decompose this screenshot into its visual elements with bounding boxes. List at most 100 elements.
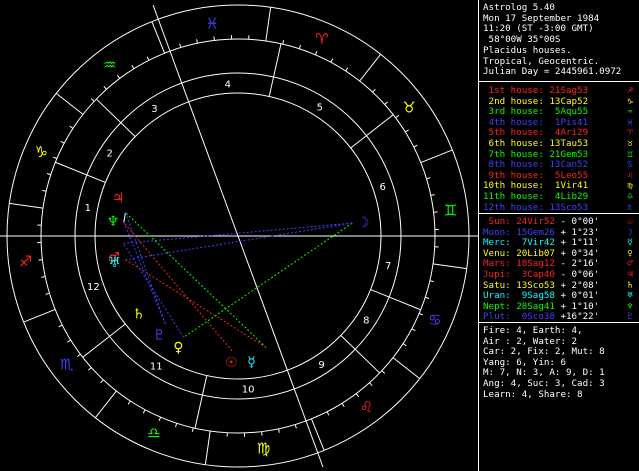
- summary-line: Ang: 4, Suc: 3, Cad: 3: [483, 378, 605, 389]
- house-position: 4Ari29: [543, 127, 589, 139]
- aspect-line: [123, 212, 126, 223]
- planet-position: 13Sco53: [510, 279, 555, 291]
- planet-marker-icon: ♀: [173, 340, 183, 356]
- zodiac-sign-icon: ♊: [444, 201, 457, 219]
- house-sign-icon: ♏: [627, 201, 633, 213]
- planet-declination: + 1°11': [554, 237, 600, 249]
- sign-cusp-line: [55, 93, 84, 115]
- house-cusp-line: [340, 335, 380, 374]
- zodiac-sign-icon: ♌: [360, 398, 373, 416]
- degree-tick: [88, 367, 92, 371]
- planet-icon: ☉: [627, 216, 633, 227]
- zodiac-sign-icon: ♐: [19, 253, 32, 271]
- degree-tick: [196, 39, 198, 44]
- planet-declination: + 0°01': [554, 290, 600, 302]
- degree-tick: [411, 328, 416, 332]
- degree-tick: [127, 400, 131, 405]
- sign-cusp-line: [420, 149, 453, 164]
- zodiac-sign-icon: ♏: [60, 355, 74, 373]
- planet-name: Jupi:: [483, 269, 511, 280]
- house-number: 6: [379, 182, 385, 193]
- house-cusp-line: [268, 43, 282, 97]
- zodiac-sign-icon: ♈: [315, 30, 328, 48]
- planet-icon: ♃: [627, 269, 633, 280]
- degree-tick: [179, 43, 182, 48]
- house-position: 13Can52: [543, 159, 589, 171]
- planet-marker-icon: ♇: [153, 327, 166, 343]
- planet-declination: - 0°00': [554, 216, 600, 227]
- house-cusp-line: [55, 161, 106, 183]
- degree-tick: [425, 296, 430, 299]
- house-numbers: 123456789101112: [85, 79, 392, 395]
- house-number: 4: [225, 79, 231, 90]
- degree-tick: [45, 292, 50, 295]
- house-label: 9th house:: [483, 169, 544, 181]
- degree-tick: [42, 189, 47, 192]
- house-number: 8: [363, 315, 369, 326]
- degree-tick: [67, 339, 71, 343]
- zodiac-sign-icon: ♑: [34, 143, 47, 161]
- degree-tick: [426, 177, 431, 180]
- planet-name: Merc:: [483, 237, 511, 249]
- house-position: 5Aqu55: [543, 106, 589, 118]
- degree-tick: [158, 416, 162, 422]
- planet-position: 0Sco38: [510, 311, 555, 323]
- house-label: 10th house:: [483, 180, 544, 192]
- aspect-line: [183, 222, 353, 338]
- house-number: 3: [151, 104, 157, 115]
- degree-tick: [76, 353, 81, 358]
- degree-tick: [355, 393, 360, 398]
- planet-name: Uran:: [483, 290, 511, 302]
- aspect-line: [123, 222, 353, 244]
- header-line: Astrolog 5.40: [483, 2, 555, 13]
- house-cusp-line: [96, 98, 136, 137]
- degree-tick: [90, 98, 95, 102]
- degree-tick: [116, 74, 121, 79]
- planet-marker-icon: ♅: [108, 255, 121, 271]
- house-position: 21Gem53: [543, 148, 589, 160]
- house-number: 11: [150, 361, 163, 372]
- house-number: 1: [85, 203, 91, 214]
- degree-tick: [381, 370, 386, 374]
- degree-tick: [142, 409, 146, 414]
- degree-tick: [191, 427, 194, 432]
- summary-line: Fire: 4, Earth: 4,: [483, 325, 583, 336]
- planet-name: Sun:: [483, 216, 511, 227]
- degree-tick: [369, 382, 373, 386]
- planet-position: 24Vir52: [510, 216, 555, 227]
- degree-tick: [69, 125, 74, 129]
- house-row: 12th house: 13Sco53: [483, 201, 588, 214]
- chart-wheel[interactable]: ♈♉♊♋♌♍♎♏♐♑♒♓ 123456789101112 ☉☽☿♀♂♃♄♅♆♇: [0, 0, 478, 471]
- degree-tick: [282, 40, 285, 45]
- zodiac-sign-icon: ♉: [402, 99, 415, 117]
- planet-declination: - 2°16': [554, 258, 600, 270]
- planet-marker-icon: ♆: [107, 214, 120, 230]
- sign-cusp-line: [204, 430, 211, 465]
- degree-tick: [131, 65, 135, 69]
- zodiac-sign-icon: ♓: [206, 15, 219, 33]
- planet-declination: + 1°23': [554, 226, 600, 238]
- house-label: 6th house:: [483, 138, 544, 149]
- degree-tick: [46, 173, 51, 176]
- summary-line: Learn: 4, Share: 8: [483, 388, 583, 400]
- planet-position: 7Vir42: [510, 237, 555, 249]
- planet-position: 20Lib07: [510, 247, 555, 259]
- house-position: 21Sag53: [543, 85, 589, 96]
- sign-cusp-line: [432, 263, 467, 270]
- house-number: 12: [87, 282, 100, 293]
- degree-tick: [418, 312, 424, 316]
- degree-tick: [100, 379, 104, 384]
- zodiac-sign-icon: ♋: [428, 311, 441, 329]
- house-label: 12th house:: [483, 201, 544, 213]
- zodiac-sign-icon: ♒: [103, 56, 116, 74]
- house-number: 7: [385, 261, 391, 272]
- divider-1: [479, 81, 639, 82]
- aspect-line: [125, 222, 353, 261]
- planet-name: Satu:: [483, 279, 511, 291]
- planet-position: 28Sag41: [510, 300, 555, 312]
- degree-tick: [278, 428, 280, 433]
- planet-name: Nept:: [483, 300, 511, 312]
- sign-cusp-line: [9, 202, 44, 209]
- house-position: 13Tau53: [543, 138, 589, 149]
- house-label: 11th house:: [483, 191, 544, 202]
